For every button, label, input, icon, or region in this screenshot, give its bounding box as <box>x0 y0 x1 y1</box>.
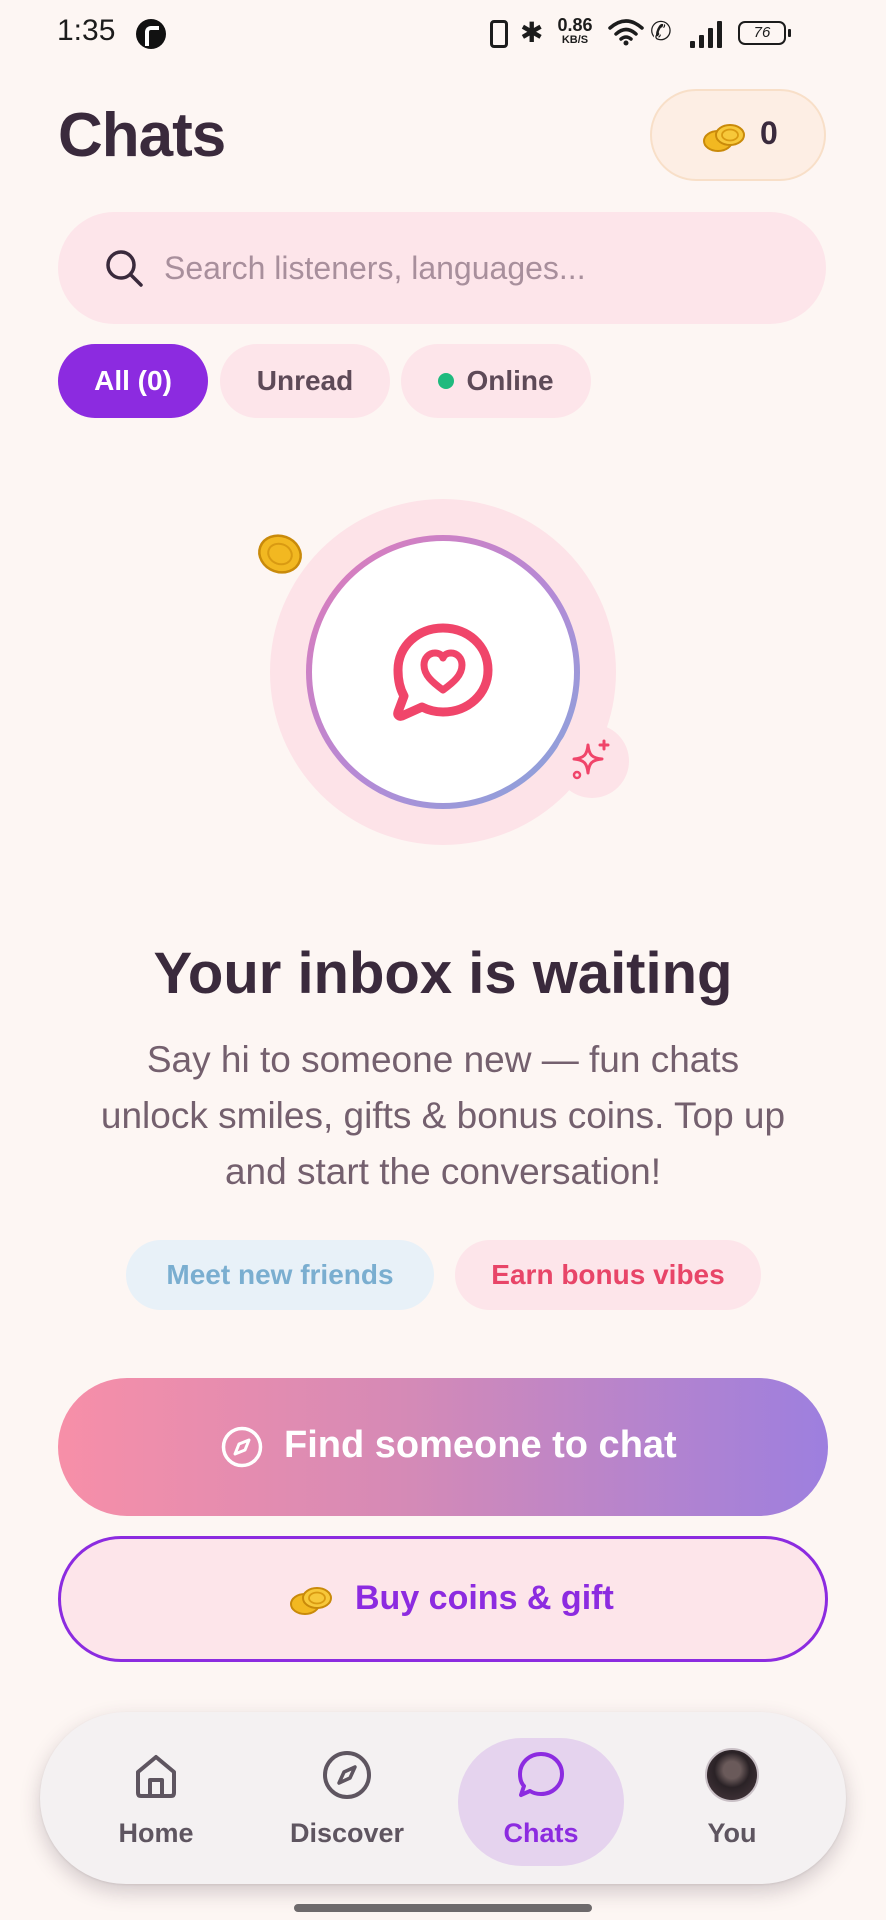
nav-label-discover: Discover <box>289 1818 405 1848</box>
online-status-dot <box>438 372 455 389</box>
nav-item-chats[interactable]: Chats <box>456 1712 626 1884</box>
search-icon <box>106 250 143 287</box>
tag-meet-new-friends: Meet new friends <box>126 1240 434 1310</box>
wifi-icon <box>608 19 644 46</box>
filter-unread-chip[interactable]: Unread <box>220 344 390 418</box>
app-notification-icon <box>136 19 166 49</box>
bluetooth-icon: ✱ <box>520 17 544 48</box>
sparkle-icon <box>572 739 610 780</box>
battery-icon: 76 <box>738 21 791 45</box>
search-input[interactable] <box>164 242 784 294</box>
compass-icon <box>221 1426 263 1468</box>
coins-icon <box>290 1587 332 1615</box>
filter-online-chip[interactable]: Online <box>401 344 591 418</box>
home-indicator[interactable] <box>294 1904 592 1912</box>
coin-count: 0 <box>760 115 778 151</box>
page-title: Chats <box>58 101 226 170</box>
status-bar: 1:35 ✱ 0.86 KB/S ✆ 76 <box>0 0 886 68</box>
wifi-call-icon: ✆ <box>650 16 672 46</box>
coins-icon <box>703 124 745 152</box>
nav-label-chats: Chats <box>503 1818 579 1848</box>
status-time: 1:35 <box>57 14 116 47</box>
nav-label-you: You <box>707 1818 757 1848</box>
find-someone-label: Find someone to chat <box>284 1424 677 1466</box>
search-bar <box>58 212 826 324</box>
chat-bubble-icon <box>518 1752 564 1797</box>
buy-coins-button[interactable]: Buy coins & gift <box>58 1536 828 1662</box>
filter-online-label: Online <box>466 365 554 396</box>
filter-all-chip[interactable]: All (0) <box>58 344 208 418</box>
tag-earn-bonus-vibes: Earn bonus vibes <box>455 1240 761 1310</box>
network-speed: 0.86 KB/S <box>552 16 598 46</box>
nav-item-home[interactable]: Home <box>71 1712 241 1884</box>
empty-state-title: Your inbox is waiting <box>153 941 733 1006</box>
chat-heart-icon <box>393 623 493 721</box>
avatar <box>705 1748 759 1802</box>
bottom-nav: Home Discover Chats You <box>40 1712 846 1884</box>
find-someone-button[interactable]: Find someone to chat <box>58 1378 828 1516</box>
signal-icon <box>690 20 722 48</box>
network-speed-unit: KB/S <box>561 34 589 46</box>
compass-icon <box>323 1751 371 1799</box>
vibrate-icon <box>490 20 508 48</box>
nav-label-home: Home <box>118 1818 194 1848</box>
coin-balance-button[interactable]: 0 <box>650 89 826 181</box>
gold-coin-icon <box>258 534 302 574</box>
nav-item-discover[interactable]: Discover <box>262 1712 432 1884</box>
buy-coins-label: Buy coins & gift <box>355 1579 614 1617</box>
empty-state-description: Say hi to someone new — fun chats unlock… <box>100 1039 786 1192</box>
nav-item-you[interactable]: You <box>647 1712 817 1884</box>
home-icon <box>136 1755 176 1798</box>
network-speed-value: 0.86 <box>557 15 593 35</box>
